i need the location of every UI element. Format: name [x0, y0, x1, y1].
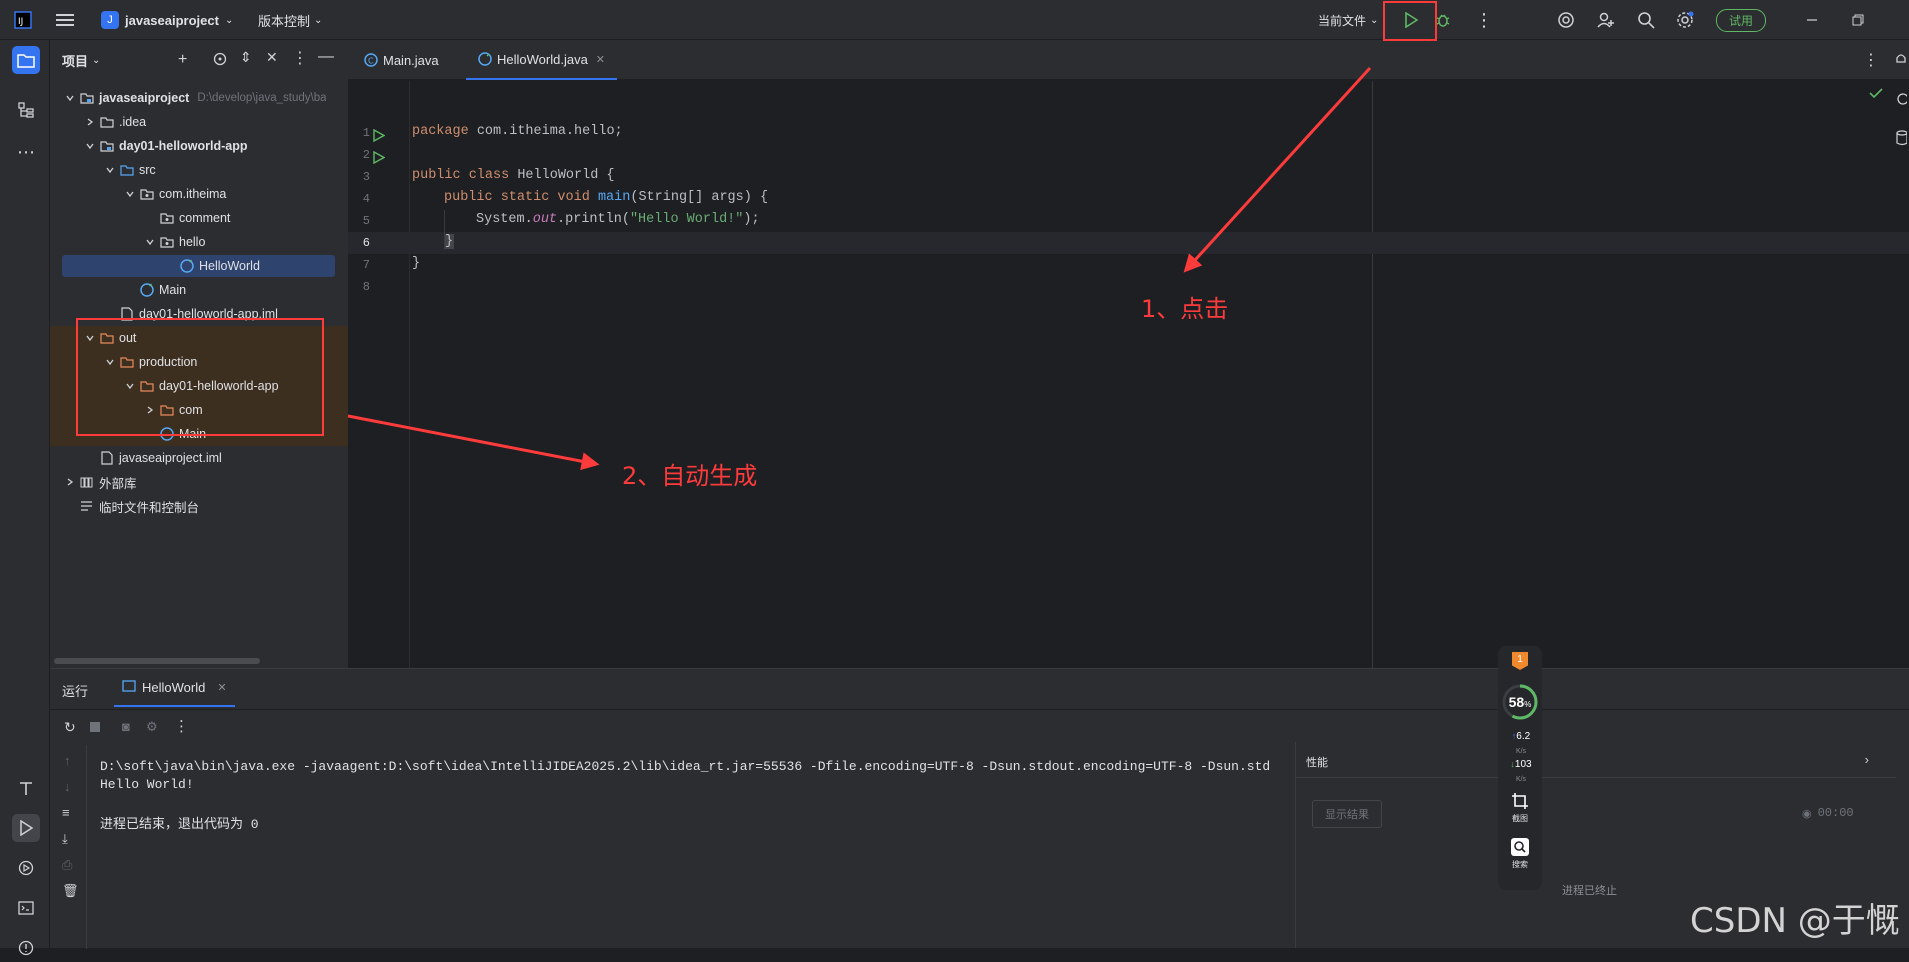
watermark: CSDN @于慨	[1690, 901, 1900, 941]
arrow-to-auto-label	[347, 414, 600, 471]
arrow-to-click-label	[1183, 66, 1372, 273]
annotation-arrows	[347, 66, 1372, 471]
